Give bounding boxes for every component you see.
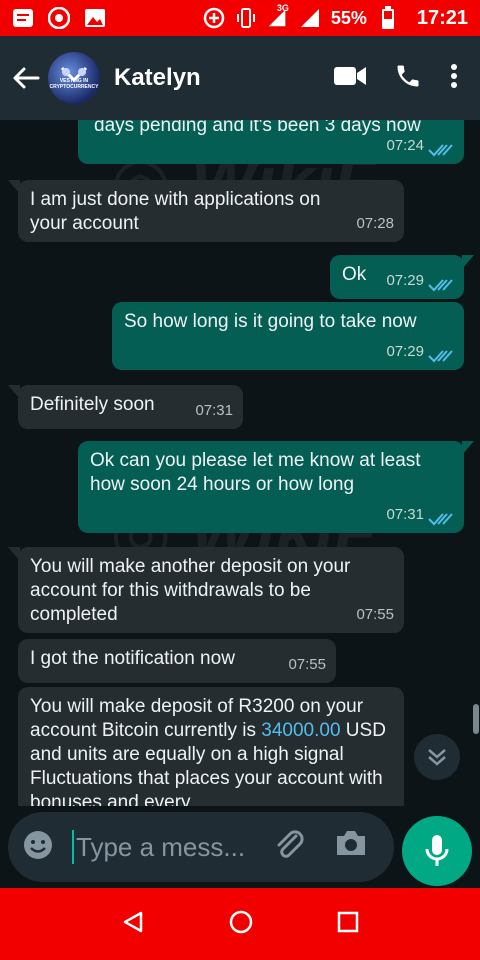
text-cursor [72, 830, 74, 864]
message-bubble-outgoing[interactable]: Ok 07:29 [330, 255, 474, 299]
camera-icon [337, 831, 365, 855]
voice-call-button[interactable] [394, 62, 422, 95]
double-check-read-icon [428, 279, 453, 292]
chat-header: VESTING IN CRYPTOCURRENCY Katelyn [0, 36, 480, 120]
navigation-bar [0, 888, 480, 960]
camera-button[interactable] [334, 828, 368, 863]
message-text: You will make another deposit on your ac… [30, 556, 351, 625]
nav-recents-button[interactable] [337, 911, 359, 938]
clock: 17:21 [416, 6, 468, 29]
data-saver-icon [203, 7, 225, 29]
back-button[interactable] [4, 66, 48, 90]
battery-percent: 55% [330, 7, 367, 28]
emoji-icon [24, 830, 52, 859]
message-time: 07:24 [386, 137, 424, 154]
message-bubble-outgoing[interactable]: Ok can you please let me know at least h… [78, 441, 474, 533]
message-list[interactable]: ◎ WikiF ◎ WikiF days pending and it's be… [0, 120, 480, 806]
message-time: 07:31 [386, 506, 424, 523]
video-call-button[interactable] [334, 65, 366, 92]
chevrons-down-icon [428, 749, 446, 766]
message-time: 07:29 [386, 272, 424, 289]
chrome-icon [48, 7, 70, 29]
network-signal-icon: 3G [267, 3, 289, 29]
composer [0, 806, 480, 888]
message-text: I am just done with applications on your… [30, 189, 321, 234]
video-camera-icon [334, 66, 366, 85]
emoji-button[interactable] [22, 829, 54, 866]
message-bubble-outgoing[interactable]: So how long is it going to take now 07:2… [112, 302, 464, 370]
message-notification-icon [12, 7, 34, 29]
avatar-text: VESTING IN CRYPTOCURRENCY [49, 78, 99, 90]
avatar[interactable]: VESTING IN CRYPTOCURRENCY [48, 52, 100, 104]
more-vert-icon [451, 63, 457, 88]
number-link[interactable]: 34000.00 [261, 720, 340, 741]
message-bubble-incoming[interactable]: I got the notification now 07:55 [18, 639, 336, 683]
message-text: Ok can you please let me know at least h… [90, 450, 421, 495]
nav-back-button[interactable] [121, 910, 145, 939]
message-time: 07:55 [356, 606, 394, 623]
arrow-left-icon [13, 67, 40, 89]
phone-icon [397, 65, 419, 86]
double-check-read-icon [428, 350, 453, 363]
circle-home-icon [229, 910, 253, 933]
message-time: 07:31 [195, 402, 233, 419]
message-bubble-incoming[interactable]: I am just done with applications on your… [8, 180, 404, 242]
message-bubble-incoming[interactable]: You will make deposit of R3200 on your a… [18, 687, 404, 806]
gallery-icon [84, 7, 106, 29]
message-text: So how long is it going to take now [124, 311, 417, 332]
message-time: 07:55 [288, 656, 326, 673]
scrollbar-thumb[interactable] [473, 704, 479, 734]
attach-button[interactable] [272, 828, 306, 867]
paperclip-icon [277, 830, 304, 858]
nav-home-button[interactable] [228, 909, 254, 940]
message-text: I got the notification now [30, 648, 235, 669]
message-text: You will make deposit of R3200 on your a… [30, 695, 396, 806]
microphone-icon [425, 835, 449, 866]
message-time: 07:28 [356, 215, 394, 232]
more-options-button[interactable] [450, 63, 458, 94]
double-check-read-icon [428, 513, 453, 526]
triangle-back-icon [124, 911, 143, 932]
double-check-read-icon [428, 144, 453, 157]
scroll-to-bottom-button[interactable] [414, 734, 460, 780]
network-type: 3G [276, 3, 289, 13]
message-bubble-incoming[interactable]: Definitely soon 07:31 [8, 385, 243, 429]
contact-name[interactable]: Katelyn [114, 64, 201, 92]
cell-signal-icon [299, 7, 321, 29]
message-bubble-incoming[interactable]: You will make another deposit on your ac… [8, 547, 404, 633]
message-time: 07:29 [386, 343, 424, 360]
status-bar: 3G 55% 17:21 [0, 0, 480, 36]
voice-message-button[interactable] [402, 816, 472, 886]
square-recents-icon [337, 911, 358, 932]
message-bubble-outgoing[interactable]: days pending and it's been 3 days now 07… [78, 120, 464, 164]
message-input[interactable] [76, 831, 256, 863]
battery-charging-icon [377, 6, 399, 29]
vibrate-icon [235, 7, 257, 29]
